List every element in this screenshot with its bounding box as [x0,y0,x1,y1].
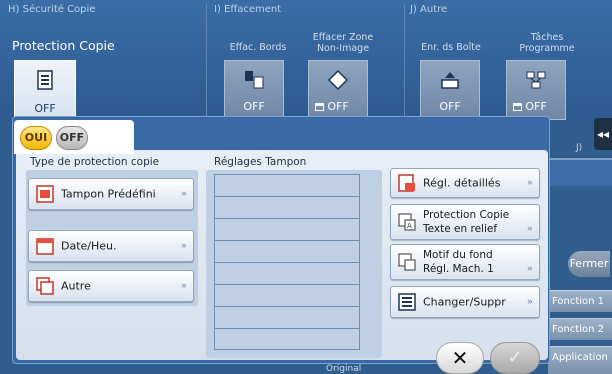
regl-details-label: Régl. détaillés [423,176,501,190]
stamp-row[interactable] [215,285,359,307]
effac-bords-label: Effac. Bords [229,42,287,53]
changer-suppr-label: Changer/Suppr [423,295,506,309]
chevron-icon: » [526,263,533,275]
fonction1-button[interactable]: Fonction 1 [548,290,612,312]
chevron-icon: » [180,280,187,292]
tile-state: OFF [243,100,265,113]
section-i-title: I) Effacement [214,4,282,15]
stamp-row[interactable] [215,263,359,285]
tile-state: OFF [34,102,56,115]
other-stamp-icon [36,277,54,295]
enr-boite-label: Enr. ds Boîte [421,42,481,53]
type-title: Type de protection copie [30,156,160,168]
section-j-title: J) Autre [410,4,448,15]
effacer-zone-label: Effacer Zone Non-Image [312,32,374,54]
fonction2-button[interactable]: Fonction 2 [548,318,612,340]
changer-suppr-button[interactable]: Changer/Suppr » [390,286,540,318]
effacer-zone-tile[interactable]: OFF [308,60,368,120]
oui-button[interactable]: OUI [20,126,52,150]
settings-doc-icon [398,174,415,192]
protection-line1: Protection Copie [423,209,510,221]
protection-line2: Texte en relief [423,223,498,235]
stamp-row[interactable] [215,197,359,219]
edit-list-icon [398,293,416,311]
stamp-icon [36,185,54,203]
function-bar [548,158,612,186]
application-button[interactable]: Application [548,346,612,374]
tampon-predefini-button[interactable]: Tampon Prédéfini » [28,178,194,210]
chevron-icon: » [526,177,533,189]
protection-copie-button[interactable]: A Protection Copie Texte en relief » [390,204,540,240]
off-button[interactable]: OFF [56,126,88,150]
section-h-title: H) Sécurité Copie [8,4,96,15]
chevron-icon: » [180,188,187,200]
reglages-title: Réglages Tampon [214,156,307,168]
enr-boite-tile[interactable]: OFF [420,60,480,120]
regl-details-button[interactable]: Régl. détaillés » [390,168,540,198]
stamp-row[interactable] [215,329,359,351]
stamp-row[interactable] [215,241,359,263]
autre-button[interactable]: Autre » [28,270,194,302]
chevron-icon: » [526,296,533,308]
effac-bords-tile[interactable]: OFF [224,60,284,120]
tampon-predefini-label: Tampon Prédéfini [61,187,156,201]
cancel-button[interactable]: ✕ [436,342,484,374]
chevron-icon: » [180,240,187,252]
motif-line2: Régl. Mach. 1 [423,263,494,275]
stamp-row[interactable] [215,219,359,241]
section-divider [404,4,405,122]
chevron-icon: » [526,223,533,235]
stamp-list[interactable] [214,174,360,350]
document-lock-icon [37,70,53,90]
date-heure-button[interactable]: Date/Heu. » [28,230,194,262]
background-pattern-icon [398,253,416,271]
section-divider [206,4,207,122]
erase-zone-icon [327,69,349,91]
taches-programme-label: Tâches Programme [519,32,575,54]
date-heure-label: Date/Heu. [61,239,117,253]
program-tasks-icon [526,71,546,89]
tile-state: OFF [439,100,461,113]
svg-text:A: A [407,222,412,230]
ok-button[interactable]: ✓ [490,342,540,374]
calendar-icon [36,238,54,255]
relief-text-icon: A [398,213,416,231]
original-label: Original [326,364,362,374]
motif-fond-button[interactable]: Motif du fond Régl. Mach. 1 » [390,244,540,280]
stamp-row[interactable] [215,175,359,197]
autre-label: Autre [61,279,91,293]
erase-border-icon [245,71,264,89]
protection-copie-tile[interactable]: OFF [14,60,76,122]
taches-programme-tile[interactable]: OFF [506,60,566,120]
fermer-button[interactable]: Fermer [568,251,610,277]
motif-line1: Motif du fond [423,249,493,261]
tile-state: OFF [327,100,349,113]
protection-copie-label: Protection Copie [12,38,115,53]
stamp-row[interactable] [215,307,359,329]
box-save-icon [441,72,459,89]
collapse-arrow-button[interactable]: ◂◂ [594,118,612,150]
tile-state: OFF [525,100,547,113]
